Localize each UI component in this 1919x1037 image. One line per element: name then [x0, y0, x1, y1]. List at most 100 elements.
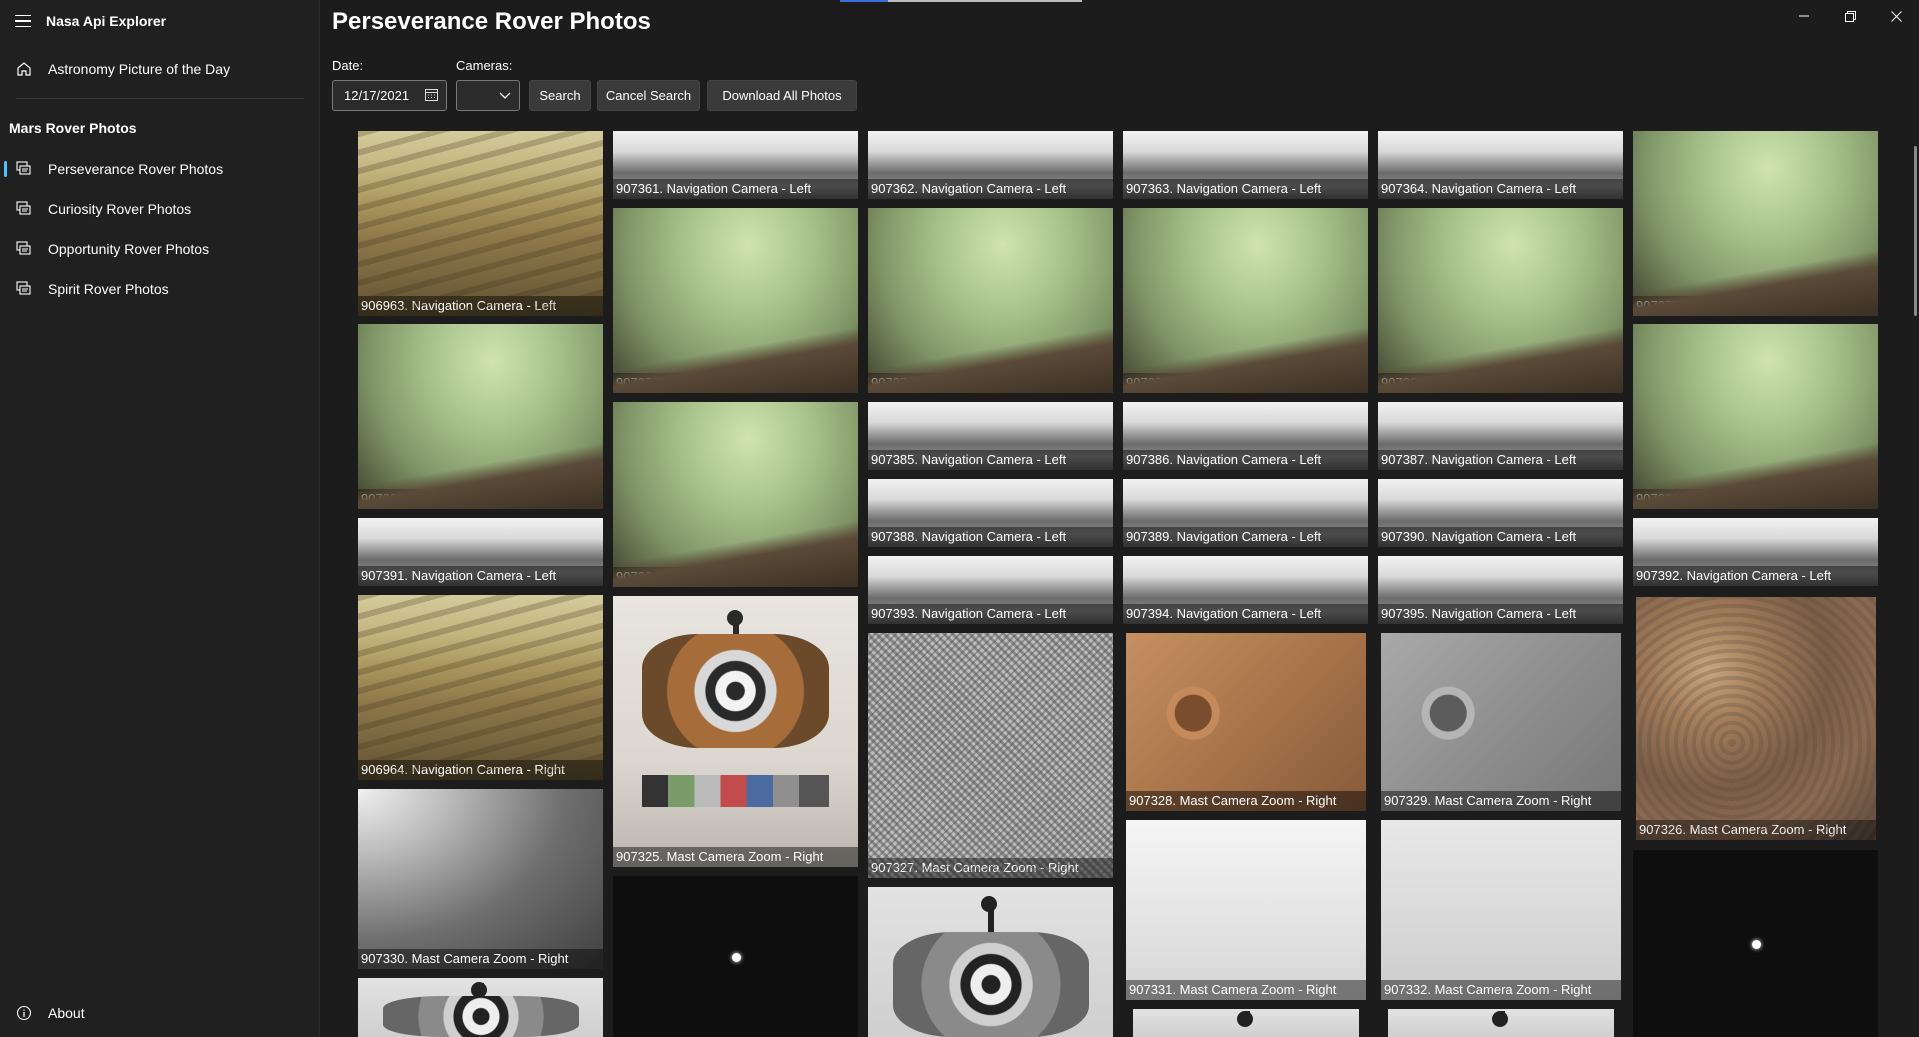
photo-tile[interactable]: 907393. Navigation Camera - Left	[868, 556, 1113, 624]
photo-tile[interactable]: 907328. Mast Camera Zoom - Right	[1126, 633, 1366, 811]
photo-caption: 907379. Navigation Camera - Left	[868, 373, 1113, 393]
info-icon	[0, 1005, 48, 1021]
nav-item-label: Opportunity Rover Photos	[48, 241, 210, 257]
photo-tile[interactable]: 907325. Mast Camera Zoom - Right	[613, 596, 858, 867]
photo-tile[interactable]: 906964. Navigation Camera - Right	[358, 595, 603, 780]
search-button[interactable]: Search	[529, 80, 591, 111]
photo-gallery-icon	[0, 281, 48, 297]
photo-caption: 907393. Navigation Camera - Left	[868, 604, 1113, 624]
photo-tile[interactable]: 907394. Navigation Camera - Left	[1123, 556, 1368, 624]
photo-tile[interactable]: 907363. Navigation Camera - Left	[1123, 131, 1368, 199]
photo-tile[interactable]: 907391. Navigation Camera - Left	[358, 518, 603, 586]
photo-caption: 907362. Navigation Camera - Left	[868, 179, 1113, 199]
nav-item-perseverance[interactable]: Perseverance Rover Photos	[0, 149, 320, 189]
photo-caption: 907394. Navigation Camera - Left	[1123, 604, 1368, 624]
chevron-down-icon	[499, 87, 511, 105]
photo-caption: 907364. Navigation Camera - Left	[1378, 179, 1623, 199]
photo-caption: 907383. Navigation Camera - Left	[1633, 489, 1878, 509]
photo-caption: 907382. Navigation Camera - Left	[358, 489, 603, 509]
tab-indicator	[888, 0, 1082, 2]
photo-tile[interactable]: 907377. Navigation Camera - Left	[1633, 131, 1878, 316]
home-icon	[0, 61, 48, 77]
nav-item-label: Astronomy Picture of the Day	[48, 61, 231, 77]
photo-tile[interactable]: 906963. Navigation Camera - Left	[358, 131, 603, 316]
photo-caption: 907361. Navigation Camera - Left	[613, 179, 858, 199]
photo-tile[interactable]: 907392. Navigation Camera - Left	[1633, 518, 1878, 586]
pane-header: Nasa Api Explorer	[0, 0, 320, 42]
nav-item-opportunity[interactable]: Opportunity Rover Photos	[0, 229, 320, 269]
photo-tile[interactable]: 907327. Mast Camera Zoom - Right	[868, 633, 1113, 878]
photo-tile[interactable]	[1133, 1009, 1359, 1037]
photo-caption: 907381. Navigation Camera - Left	[1378, 373, 1623, 393]
nav-item-apod[interactable]: Astronomy Picture of the Day	[0, 49, 320, 89]
download-all-photos-button[interactable]: Download All Photos	[707, 80, 857, 111]
photo-caption: 907332. Mast Camera Zoom - Right	[1381, 980, 1621, 1000]
navigation-pane: Nasa Api Explorer Astronomy Picture of t…	[0, 0, 320, 1037]
minimize-button[interactable]	[1781, 0, 1827, 32]
photo-tile[interactable]: 907329. Mast Camera Zoom - Right	[1381, 633, 1621, 811]
cancel-search-button[interactable]: Cancel Search	[597, 80, 700, 111]
photo-tile[interactable]: 907389. Navigation Camera - Left	[1123, 479, 1368, 547]
nav-item-curiosity[interactable]: Curiosity Rover Photos	[0, 189, 320, 229]
photo-caption: 907388. Navigation Camera - Left	[868, 527, 1113, 547]
photo-tile[interactable]: 907395. Navigation Camera - Left	[1378, 556, 1623, 624]
nav-item-label: Spirit Rover Photos	[48, 281, 169, 297]
hamburger-menu-icon[interactable]	[0, 0, 46, 42]
vertical-scrollbar[interactable]	[1914, 146, 1917, 316]
photo-tile[interactable]	[358, 978, 603, 1037]
nav-divider	[16, 98, 304, 99]
photo-tile[interactable]: 907381. Navigation Camera - Left	[1378, 208, 1623, 393]
photo-tile[interactable]	[868, 887, 1113, 1037]
app-window: Nasa Api Explorer Astronomy Picture of t…	[0, 0, 1919, 1037]
photo-caption: 906963. Navigation Camera - Left	[358, 296, 603, 316]
photo-caption: 907390. Navigation Camera - Left	[1378, 527, 1623, 547]
photo-caption: 907395. Navigation Camera - Left	[1378, 604, 1623, 624]
photo-tile[interactable]: 907390. Navigation Camera - Left	[1378, 479, 1623, 547]
nav-group-title: Mars Rover Photos	[9, 120, 137, 136]
nav-item-about[interactable]: About	[0, 993, 320, 1033]
photo-caption: 907363. Navigation Camera - Left	[1123, 179, 1368, 199]
date-picker[interactable]: 12/17/2021	[332, 80, 447, 111]
photo-tile[interactable]: 907387. Navigation Camera - Left	[1378, 402, 1623, 470]
close-button[interactable]	[1873, 0, 1919, 32]
nav-item-label: Perseverance Rover Photos	[48, 161, 224, 177]
photo-tile[interactable]	[613, 876, 858, 1037]
cameras-dropdown[interactable]	[456, 80, 520, 111]
photo-tile[interactable]: 907361. Navigation Camera - Left	[613, 131, 858, 199]
photo-tile[interactable]: 907388. Navigation Camera - Left	[868, 479, 1113, 547]
photo-tile[interactable]: 907331. Mast Camera Zoom - Right	[1126, 820, 1366, 1000]
calendar-icon[interactable]	[425, 88, 438, 104]
cameras-label: Cameras:	[456, 58, 513, 73]
date-label: Date:	[332, 58, 364, 73]
photo-tile[interactable]: 907386. Navigation Camera - Left	[1123, 402, 1368, 470]
photo-tile[interactable]: 907385. Navigation Camera - Left	[868, 402, 1113, 470]
main-content: Perseverance Rover Photos Date: Cameras:…	[320, 0, 1919, 1037]
photo-tile[interactable]: 907326. Mast Camera Zoom - Right	[1636, 597, 1876, 840]
date-value: 12/17/2021	[344, 88, 410, 103]
photo-tile[interactable]: 907330. Mast Camera Zoom - Right	[358, 789, 603, 969]
photo-tile[interactable]: 907378. Navigation Camera - Left	[613, 208, 858, 393]
restore-button[interactable]	[1827, 0, 1873, 32]
photo-caption: 907378. Navigation Camera - Left	[613, 373, 858, 393]
photo-tile[interactable]	[1388, 1009, 1614, 1037]
nav-item-spirit[interactable]: Spirit Rover Photos	[0, 269, 320, 309]
photo-tile[interactable]: 907362. Navigation Camera - Left	[868, 131, 1113, 199]
photo-tile[interactable]: 907332. Mast Camera Zoom - Right	[1381, 820, 1621, 1000]
photo-tile[interactable]: 907382. Navigation Camera - Left	[358, 324, 603, 509]
photo-tile[interactable]: 907380. Navigation Camera - Left	[1123, 208, 1368, 393]
photo-gallery-icon	[0, 201, 48, 217]
photo-caption: 907327. Mast Camera Zoom - Right	[868, 858, 1113, 878]
photo-tile[interactable]	[1633, 850, 1878, 1037]
photo-caption: 907392. Navigation Camera - Left	[1633, 566, 1878, 586]
photo-tile[interactable]: 907384. Navigation Camera - Left	[613, 402, 858, 587]
photo-gallery-icon	[0, 241, 48, 257]
photo-tile[interactable]: 907364. Navigation Camera - Left	[1378, 131, 1623, 199]
photo-tile[interactable]: 907379. Navigation Camera - Left	[868, 208, 1113, 393]
photo-tile[interactable]: 907383. Navigation Camera - Left	[1633, 324, 1878, 509]
page-title: Perseverance Rover Photos	[332, 8, 651, 35]
photo-caption: 907385. Navigation Camera - Left	[868, 450, 1113, 470]
photo-caption: 907328. Mast Camera Zoom - Right	[1126, 791, 1366, 811]
photo-caption: 907377. Navigation Camera - Left	[1633, 296, 1878, 316]
photo-caption: 906964. Navigation Camera - Right	[358, 760, 603, 780]
photo-caption: 907386. Navigation Camera - Left	[1123, 450, 1368, 470]
